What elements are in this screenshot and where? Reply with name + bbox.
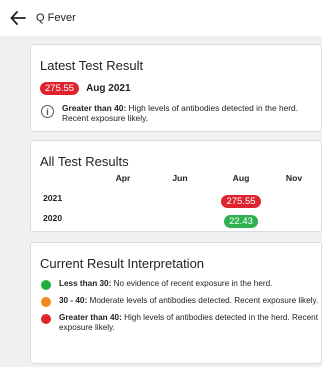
page-title: Q Fever xyxy=(36,12,76,24)
latest-date: Aug 2021 xyxy=(86,83,131,94)
orange-dot-icon xyxy=(41,297,51,307)
interpretation-list: Less than 30: No evidence of recent expo… xyxy=(41,279,321,332)
list-item: Less than 30: No evidence of recent expo… xyxy=(41,279,321,290)
column-header-aug: Aug xyxy=(232,173,250,183)
row-year: 2021 xyxy=(43,193,63,203)
latest-value-badge: 275.55 xyxy=(40,82,80,95)
green-dot-icon xyxy=(41,280,51,290)
red-dot-icon xyxy=(41,314,51,324)
arrow-left-icon xyxy=(10,11,26,25)
column-header-apr: Apr xyxy=(115,173,131,183)
results-table: Apr Jun Aug Nov 2021 275.55 2020 22.43 xyxy=(31,173,322,233)
all-results-card: All Test Results Apr Jun Aug Nov 2021 27… xyxy=(30,140,322,232)
result-value-badge[interactable]: 22.43 xyxy=(224,215,258,228)
interpretation-card: Current Result Interpretation Less than … xyxy=(30,242,322,364)
column-header-jun: Jun xyxy=(172,173,188,183)
list-item: Greater than 40: High levels of antibodi… xyxy=(41,313,321,332)
latest-note-bold: Greater than 40: xyxy=(62,103,127,113)
interp-text: Moderate levels of antibodies detected. … xyxy=(87,296,319,305)
results-header-row: Apr Jun Aug Nov xyxy=(31,173,322,193)
result-value-badge[interactable]: 275.55 xyxy=(221,195,261,208)
interpretation-title: Current Result Interpretation xyxy=(40,256,205,271)
interp-label: Greater than 40: xyxy=(59,313,122,322)
interp-label: Less than 30: xyxy=(59,279,112,288)
app-bar: Q Fever xyxy=(0,0,322,36)
column-header-nov: Nov xyxy=(285,173,303,183)
interp-label: 30 - 40: xyxy=(59,296,88,305)
row-year: 2020 xyxy=(43,213,63,223)
back-button[interactable] xyxy=(6,6,30,30)
all-results-title: All Test Results xyxy=(40,154,129,169)
list-item: 30 - 40: Moderate levels of antibodies d… xyxy=(41,296,321,307)
interp-text: No evidence of recent exposure in the he… xyxy=(111,279,273,288)
latest-result-card: Latest Test Result 275.55 Aug 2021 i Gre… xyxy=(30,44,322,132)
table-row: 2020 22.43 xyxy=(31,213,322,233)
latest-result-title: Latest Test Result xyxy=(40,58,144,73)
info-icon: i xyxy=(41,105,54,118)
latest-note: Greater than 40: High levels of antibodi… xyxy=(62,103,312,123)
table-row: 2021 275.55 xyxy=(31,193,322,213)
